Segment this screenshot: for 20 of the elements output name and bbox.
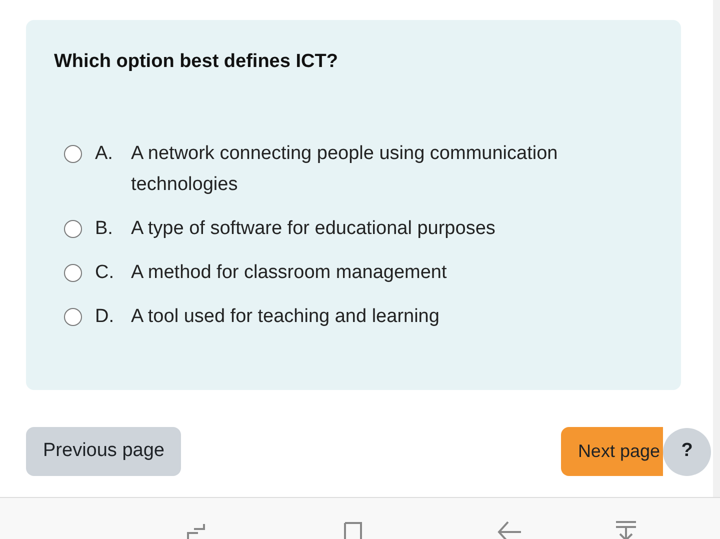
option-letter: D. [95,305,115,329]
radio-button[interactable] [64,220,82,238]
back-icon[interactable] [496,520,522,539]
recent-apps-icon[interactable] [186,523,206,539]
scrollbar[interactable] [713,0,720,497]
help-button[interactable]: ? [663,428,711,476]
radio-button[interactable] [64,264,82,282]
option-letter: A. [95,142,114,166]
download-icon[interactable] [614,520,638,539]
next-page-button[interactable]: Next page [560,427,663,476]
option-letter: C. [95,261,115,285]
radio-button[interactable] [64,308,82,326]
option-letter: B. [95,217,114,241]
option-text: A method for classroom management [131,261,447,285]
option-text: A tool used for teaching and learning [131,305,440,329]
option-text: A network connecting people using communication technologies [131,142,559,197]
question-text: Which option best defines ICT? [54,50,339,74]
option-text: A type of software for educational purposes [131,217,496,241]
previous-page-button[interactable]: Previous page [26,427,182,476]
radio-button[interactable] [64,145,82,163]
